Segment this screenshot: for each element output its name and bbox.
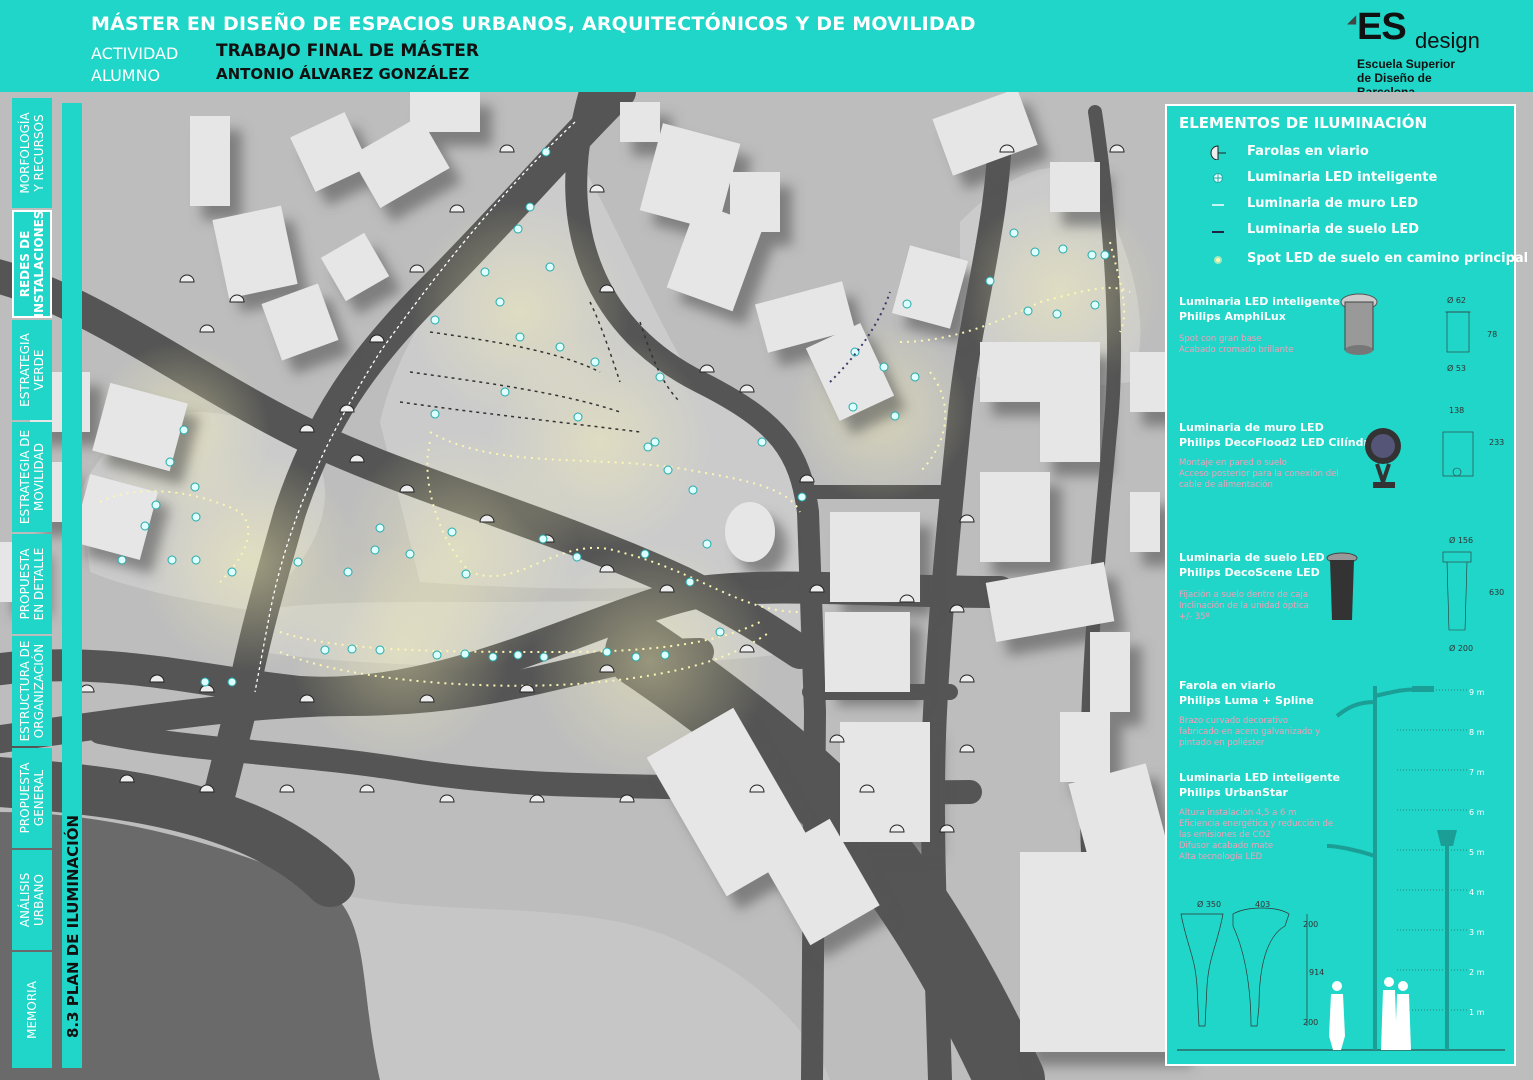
height-label: 3 m [1469, 928, 1485, 937]
dim-urbanstar-h3: 200 [1303, 1018, 1319, 1027]
sidebar-item-label: ESTRATEGIA DE MOVILIDAD [18, 429, 46, 525]
dim-urbanstar-h1: 200 [1303, 920, 1319, 929]
sidebar-nav: MORFOLOGÍA Y RECURSOS REDES DE INSTALACI… [12, 98, 52, 1068]
sidebar-item-analisis[interactable]: ANÁLISIS URBANO [12, 850, 52, 950]
sidebar-item-label: ANÁLISIS URBANO [18, 872, 46, 928]
urbanstar-head [1437, 830, 1457, 846]
esdesign-logo: ◢ ES design Escuela Superior de Diseño d… [1347, 6, 1487, 99]
height-label: 8 m [1469, 728, 1485, 737]
logo-design: design [1415, 28, 1480, 53]
sidebar-item-label: MORFOLOGÍA Y RECURSOS [18, 112, 46, 194]
people-silhouettes [1329, 977, 1411, 1050]
height-label: 1 m [1469, 1008, 1485, 1017]
logo-es: ES [1357, 6, 1407, 48]
section-title-bar: 8.3 PLAN DE ILUMINACIÓN [62, 103, 82, 1068]
height-label: 7 m [1469, 768, 1485, 777]
sidebar-item-estructura[interactable]: ESTRUCTURA DE ORGANIZACIÓN [12, 636, 52, 746]
activity-label: ACTIVIDAD [91, 44, 179, 63]
luma-head [1412, 686, 1434, 692]
student-value: ANTONIO ÁLVAREZ GONZÁLEZ [216, 65, 470, 83]
height-label: 9 m [1469, 688, 1485, 697]
sidebar-item-memoria[interactable]: MEMORIA [12, 952, 52, 1068]
sidebar-item-label: PROPUESTA GENERAL [18, 762, 46, 834]
sidebar-item-label: ESTRATEGIA VERDE [18, 333, 46, 407]
height-label: 2 m [1469, 968, 1485, 977]
dim-urbanstar-d1: Ø 350 [1197, 900, 1222, 909]
section-title: 8.3 PLAN DE ILUMINACIÓN [64, 814, 82, 1038]
header-bar: MÁSTER EN DISEÑO DE ESPACIOS URBANOS, AR… [0, 0, 1533, 99]
dim-urbanstar-h2: 914 [1309, 968, 1325, 977]
sidebar-item-label: ESTRUCTURA DE ORGANIZACIÓN [18, 640, 46, 742]
height-label: 5 m [1469, 848, 1485, 857]
sidebar-item-estrategia-verde[interactable]: ESTRATEGIA VERDE [12, 320, 52, 420]
sidebar-item-label: PROPUESTA EN DETALLE [18, 547, 46, 621]
height-label: 4 m [1469, 888, 1485, 897]
master-title: MÁSTER EN DISEÑO DE ESPACIOS URBANOS, AR… [91, 13, 976, 35]
sidebar-item-propuesta-detalle[interactable]: PROPUESTA EN DETALLE [12, 534, 52, 634]
sidebar-item-propuesta-general[interactable]: PROPUESTA GENERAL [12, 748, 52, 848]
sidebar-item-redes[interactable]: REDES DE INSTALACIONES [12, 210, 52, 318]
logo-mark-icon: ◢ [1347, 12, 1357, 26]
logo-line1: Escuela Superior [1357, 57, 1456, 71]
dim-urbanstar-d2: 403 [1255, 900, 1271, 909]
sidebar-item-label: REDES DE INSTALACIONES [18, 210, 46, 318]
activity-value: TRABAJO FINAL DE MÁSTER [216, 41, 479, 61]
legend-panel: ELEMENTOS DE ILUMINACIÓN Farolas en viar… [1165, 104, 1528, 1066]
height-label: 6 m [1469, 808, 1485, 817]
urbanstar-detail-drawing [1180, 907, 1308, 1027]
sidebar-item-label: MEMORIA [25, 981, 39, 1039]
student-label: ALUMNO [91, 66, 161, 85]
sidebar-item-movilidad[interactable]: ESTRATEGIA DE MOVILIDAD [12, 422, 52, 532]
pole-elevation-drawing [1177, 686, 1505, 1051]
sidebar-item-morfologia[interactable]: MORFOLOGÍA Y RECURSOS [12, 98, 52, 208]
